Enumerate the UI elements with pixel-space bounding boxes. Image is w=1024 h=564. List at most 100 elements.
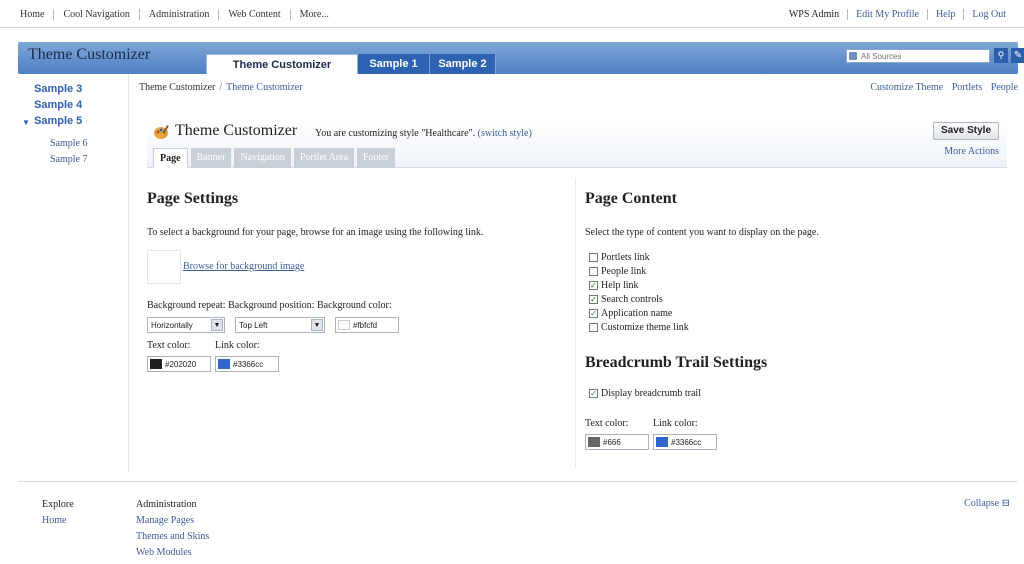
more-actions-link[interactable]: More Actions (944, 146, 999, 157)
tab-navigation[interactable]: Navigation (234, 148, 291, 168)
footer-web-modules-link[interactable]: Web Modules (136, 547, 192, 558)
site-title: Theme Customizer (28, 46, 151, 63)
checkbox-checked[interactable]: ✓ (589, 281, 598, 290)
link-color-label: Link color: (215, 340, 260, 351)
option-label: Help link (601, 280, 639, 291)
sidebar-item-sample-4[interactable]: Sample 4 (34, 99, 82, 111)
background-color-value: #fbfcfd (353, 321, 378, 330)
option-display-breadcrumb[interactable]: ✓ Display breadcrumb trail (589, 388, 701, 399)
banner: Theme Customizer Theme Customizer Sample… (18, 42, 1024, 74)
chevron-down-icon: ▼ (211, 319, 223, 331)
sidebar-item-sample-3[interactable]: Sample 3 (34, 83, 82, 95)
background-color-field[interactable]: #fbfcfd (335, 317, 399, 333)
search-input[interactable] (861, 50, 987, 62)
edit-pencil-icon[interactable]: ✎ (1011, 48, 1024, 63)
top-utility-bar: Home Cool Navigation Administration Web … (0, 0, 1024, 28)
sidebar-subitem-sample-7[interactable]: Sample 7 (50, 154, 88, 165)
page-content-heading: Page Content (585, 190, 677, 207)
crumb-text-color-label: Text color: (585, 418, 629, 429)
customize-theme-link[interactable]: Customize Theme (864, 82, 943, 93)
collapse-footer-button[interactable]: Collapse ⊟ (964, 498, 1010, 509)
footer: Explore Home Administration Manage Pages… (18, 481, 1018, 564)
sidebar-subitem-sample-6[interactable]: Sample 6 (50, 138, 88, 149)
background-position-select[interactable]: Top Left ▼ (235, 317, 325, 333)
topnav-web-content[interactable]: Web Content (218, 9, 289, 20)
tab-portlet-area[interactable]: Portlet Area (293, 148, 354, 168)
link-color-swatch (218, 359, 230, 369)
breadcrumb-current[interactable]: Theme Customizer (226, 82, 302, 93)
footer-themes-skins-link[interactable]: Themes and Skins (136, 531, 209, 542)
paint-palette-icon (154, 125, 169, 139)
option-label: Display breadcrumb trail (601, 388, 701, 399)
crumb-link-color-swatch (656, 437, 668, 447)
page-actions: Customize Theme Portlets People (864, 82, 1018, 93)
background-position-value: Top Left (239, 321, 268, 330)
customizer-description: You are customizing style "Healthcare". … (315, 128, 532, 139)
username: WPS Admin (788, 9, 840, 20)
main-content: Theme Customizer / Theme Customizer Custom… (128, 74, 1018, 472)
checkbox-checked[interactable]: ✓ (589, 295, 598, 304)
option-label: Portlets link (601, 252, 650, 263)
option-help-link[interactable]: ✓ Help link (589, 280, 639, 291)
people-link[interactable]: People (985, 82, 1018, 93)
background-repeat-select[interactable]: Horizontally ▼ (147, 317, 225, 333)
footer-admin-heading: Administration (136, 499, 197, 510)
tab-sample-2[interactable]: Sample 2 (430, 54, 496, 74)
column-divider (575, 178, 576, 468)
background-repeat-value: Horizontally (151, 321, 193, 330)
tab-page[interactable]: Page (153, 148, 188, 168)
option-label: Customize theme link (601, 322, 689, 333)
checkbox[interactable] (589, 267, 598, 276)
option-people-link[interactable]: People link (589, 266, 646, 277)
footer-explore-heading: Explore (42, 499, 74, 510)
topnav-administration[interactable]: Administration (138, 9, 219, 20)
option-portlets-link[interactable]: Portlets link (589, 252, 650, 263)
background-color-swatch (338, 320, 350, 330)
portlets-link[interactable]: Portlets (946, 82, 983, 93)
option-application-name[interactable]: ✓ Application name (589, 308, 672, 319)
option-search-controls[interactable]: ✓ Search controls (589, 294, 663, 305)
crumb-link-color-value: #3366cc (671, 438, 702, 447)
breadcrumb: Theme Customizer / Theme Customizer (139, 82, 303, 93)
background-labels: Background repeat: Background position: … (147, 300, 392, 311)
tab-banner[interactable]: Banner (190, 148, 232, 168)
top-navigation: Home Cool Navigation Administration Web … (14, 9, 338, 20)
help-link[interactable]: Help (926, 9, 963, 20)
checkbox-checked[interactable]: ✓ (589, 309, 598, 318)
tab-theme-customizer[interactable]: Theme Customizer (206, 54, 358, 74)
browse-background-link[interactable]: Browse for background image (183, 261, 304, 272)
breadcrumb-settings-heading: Breadcrumb Trail Settings (585, 354, 768, 371)
background-preview (147, 250, 181, 284)
option-customize-theme-link[interactable]: Customize theme link (589, 322, 689, 333)
text-color-label: Text color: (147, 340, 191, 351)
topnav-cool-navigation[interactable]: Cool Navigation (53, 9, 138, 20)
switch-style-link[interactable]: (switch style) (478, 128, 532, 139)
edit-profile-link[interactable]: Edit My Profile (847, 9, 927, 20)
logout-link[interactable]: Log Out (963, 9, 1014, 20)
topnav-home[interactable]: Home (14, 9, 53, 20)
sidebar-item-sample-5[interactable]: Sample 5 (34, 115, 82, 127)
search-icon[interactable]: ⚲ (994, 48, 1008, 63)
checkbox[interactable] (589, 253, 598, 262)
text-color-swatch (150, 359, 162, 369)
expand-arrow-icon[interactable]: ▼ (22, 118, 30, 127)
breadcrumb-root[interactable]: Theme Customizer (139, 82, 215, 93)
tab-footer[interactable]: Footer (356, 148, 396, 168)
search-scope-icon[interactable] (849, 52, 857, 60)
crumb-link-color-label: Link color: (653, 418, 698, 429)
search-box (846, 49, 990, 63)
topnav-more[interactable]: More... (289, 9, 338, 20)
checkbox-checked[interactable]: ✓ (589, 389, 598, 398)
text-color-field[interactable]: #202020 (147, 356, 211, 372)
link-color-field[interactable]: #3366cc (215, 356, 279, 372)
footer-manage-pages-link[interactable]: Manage Pages (136, 515, 194, 526)
crumb-link-color-field[interactable]: #3366cc (653, 434, 717, 450)
footer-home-link[interactable]: Home (42, 515, 66, 526)
collapse-label: Collapse (964, 498, 1000, 509)
tab-sample-1[interactable]: Sample 1 (358, 54, 430, 74)
checkbox[interactable] (589, 323, 598, 332)
chevron-down-icon: ▼ (311, 319, 323, 331)
crumb-text-color-field[interactable]: #666 (585, 434, 649, 450)
option-label: Search controls (601, 294, 663, 305)
save-style-button[interactable]: Save Style (933, 122, 999, 140)
